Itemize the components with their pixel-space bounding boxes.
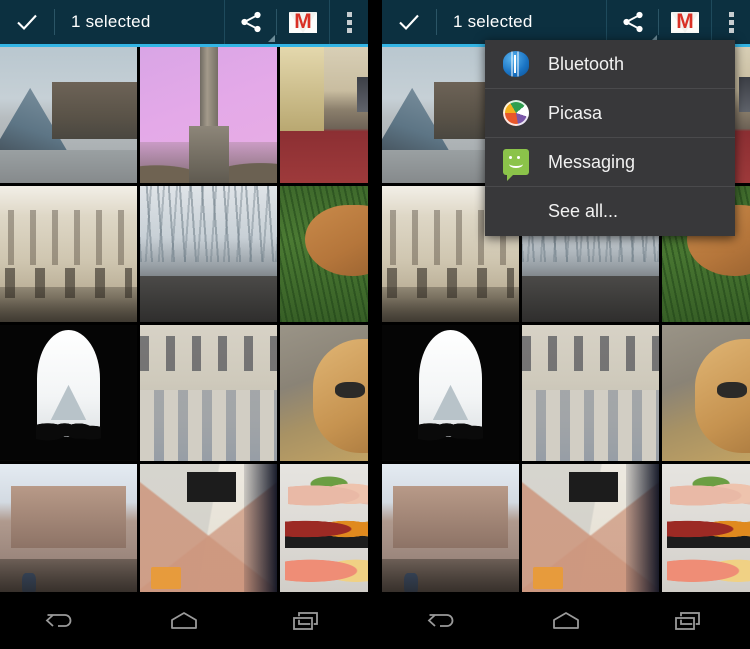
picasa-icon — [503, 100, 529, 126]
share-menu-item-messaging[interactable]: Messaging — [485, 138, 735, 187]
share-menu-item-see-all[interactable]: See all... — [485, 187, 735, 236]
sushi-platter — [662, 464, 750, 600]
louvre-courtyard — [0, 464, 137, 600]
louvre-pyramid-plaza — [0, 47, 137, 183]
overflow-dot — [346, 19, 352, 25]
phone-panel-right: 1 selected M Bluetooth Picasa Messaging … — [382, 0, 750, 649]
recents-button[interactable] — [275, 599, 339, 643]
selection-count-label: 1 selected — [453, 12, 533, 31]
done-button[interactable] — [0, 0, 54, 44]
gare-du-nord-facade — [140, 325, 277, 461]
gmail-icon: M — [289, 9, 317, 33]
train-station-concourse — [140, 186, 277, 322]
photo-thumbnail[interactable] — [140, 464, 277, 600]
overflow-dot — [728, 11, 734, 17]
phone-panel-left: 1 selected M — [0, 0, 368, 649]
sushi-platter — [280, 464, 368, 600]
photo-thumbnail[interactable] — [662, 325, 750, 461]
photo-thumbnail[interactable] — [280, 464, 368, 600]
dark-archway-pyramid — [0, 325, 137, 461]
back-arrow-icon — [427, 613, 454, 627]
dog-on-grass — [280, 186, 368, 322]
share-menu-item-label: See all... — [548, 201, 619, 221]
photo-thumbnail[interactable] — [140, 186, 277, 322]
recents-icon — [291, 611, 318, 631]
photo-thumbnail[interactable] — [662, 464, 750, 600]
gmail-share-button[interactable]: M — [277, 0, 329, 44]
gmail-icon: M — [671, 9, 699, 33]
gallery-interior-red — [280, 47, 368, 183]
overflow-dot — [728, 27, 734, 33]
gmail-letter: M — [676, 9, 694, 33]
action-bar-button-group: M — [606, 0, 712, 44]
overflow-dot — [346, 11, 352, 17]
photo-thumbnail[interactable] — [382, 325, 519, 461]
selection-count-label: 1 selected — [71, 12, 151, 31]
share-menu-item-picasa[interactable]: Picasa — [485, 89, 735, 138]
home-button[interactable] — [152, 599, 216, 643]
photo-thumbnail[interactable] — [280, 325, 368, 461]
city-map-poster — [140, 464, 277, 600]
gmail-share-button[interactable]: M — [659, 0, 711, 44]
dark-archway-pyramid — [382, 325, 519, 461]
dog-on-sand — [662, 325, 750, 461]
photo-thumbnail[interactable] — [522, 325, 659, 461]
photo-thumbnail[interactable] — [522, 464, 659, 600]
photo-thumbnail[interactable] — [140, 47, 277, 183]
gare-du-nord-facade — [522, 325, 659, 461]
recents-button[interactable] — [657, 599, 721, 643]
done-button[interactable] — [382, 0, 436, 44]
home-icon — [553, 611, 579, 629]
action-bar: 1 selected M — [0, 0, 368, 44]
share-menu-item-label: Bluetooth — [548, 53, 625, 74]
photo-grid-left — [0, 47, 368, 600]
recents-icon — [673, 611, 700, 631]
share-menu-item-label: Picasa — [548, 102, 603, 123]
share-icon — [241, 11, 261, 33]
louvre-facade — [0, 186, 137, 322]
louvre-courtyard — [382, 464, 519, 600]
overflow-dot — [346, 27, 352, 33]
back-button[interactable] — [29, 599, 93, 643]
overflow-dot — [728, 19, 734, 25]
photo-thumbnail[interactable] — [280, 47, 368, 183]
photo-thumbnail[interactable] — [382, 464, 519, 600]
system-nav-bar — [382, 592, 750, 649]
screenshot-root: 1 selected M 1 selected M Bluetooth Pica… — [0, 0, 750, 649]
share-menu-item-bluetooth[interactable]: Bluetooth — [485, 40, 735, 89]
share-icon — [623, 11, 643, 33]
monument-column-pink — [140, 47, 277, 183]
back-button[interactable] — [411, 599, 475, 643]
action-bar: 1 selected M — [382, 0, 750, 44]
system-nav-bar — [0, 592, 368, 649]
action-bar-button-group: M — [224, 0, 330, 44]
home-icon — [171, 611, 197, 629]
check-icon — [17, 14, 37, 31]
city-map-poster — [522, 464, 659, 600]
overflow-menu-button[interactable] — [330, 0, 368, 44]
back-arrow-icon — [45, 613, 72, 627]
photo-thumbnail[interactable] — [0, 464, 137, 600]
share-menu-item-label: Messaging — [548, 151, 636, 172]
photo-thumbnail[interactable] — [140, 325, 277, 461]
overflow-menu-button[interactable] — [712, 0, 750, 44]
gmail-letter: M — [294, 9, 312, 33]
share-button[interactable] — [607, 0, 659, 44]
share-dropdown-arrow-icon — [268, 35, 275, 42]
home-button[interactable] — [534, 599, 598, 643]
share-target-menu: Bluetooth Picasa Messaging See all... — [485, 40, 735, 236]
dog-on-sand — [280, 325, 368, 461]
photo-thumbnail[interactable] — [0, 186, 137, 322]
bluetooth-icon — [503, 51, 529, 77]
messaging-icon — [503, 149, 529, 181]
photo-thumbnail[interactable] — [280, 186, 368, 322]
photo-thumbnail[interactable] — [0, 325, 137, 461]
photo-thumbnail[interactable] — [0, 47, 137, 183]
share-button[interactable] — [225, 0, 277, 44]
check-icon — [399, 14, 419, 31]
